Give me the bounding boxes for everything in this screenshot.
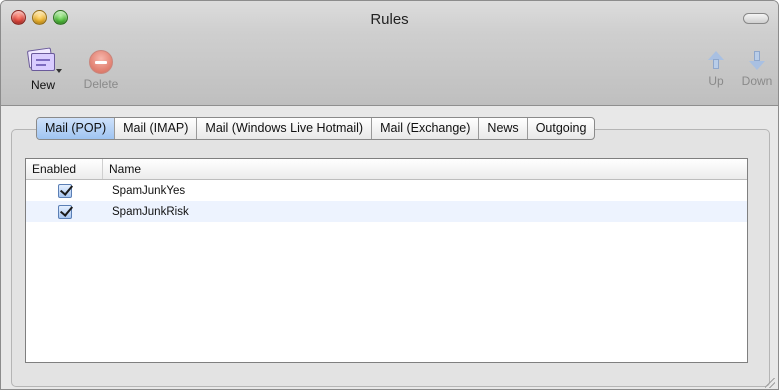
window-title: Rules [370, 11, 409, 28]
toolbar-toggle-button[interactable] [743, 13, 769, 24]
delete-label: Delete [83, 77, 119, 91]
up-button[interactable]: Up [701, 51, 731, 88]
down-button[interactable]: Down [737, 51, 777, 88]
enabled-checkbox[interactable] [57, 204, 72, 219]
title-toolbar: Rules New Delete Up Down [1, 1, 778, 106]
enabled-cell [26, 183, 103, 198]
resize-grip-icon[interactable] [765, 378, 775, 388]
enabled-cell [26, 204, 103, 219]
delete-button[interactable]: Delete [79, 47, 123, 91]
account-type-tabs: Mail (POP) Mail (IMAP) Mail (Windows Liv… [36, 117, 596, 140]
up-label: Up [708, 74, 724, 88]
tab-mail-exchange[interactable]: Mail (Exchange) [372, 118, 480, 139]
table-row[interactable]: SpamJunkRisk [26, 201, 747, 222]
column-header-enabled[interactable]: Enabled [26, 159, 103, 179]
arrow-up-icon [707, 51, 725, 71]
column-header-name[interactable]: Name [103, 159, 747, 179]
rule-name: SpamJunkYes [112, 184, 186, 197]
enabled-checkbox[interactable] [57, 183, 72, 198]
tab-outgoing[interactable]: Outgoing [528, 118, 595, 139]
new-rule-icon [26, 47, 62, 75]
arrow-down-icon [748, 51, 766, 71]
rules-window: Rules New Delete Up Down Mail (POP) Mail… [0, 0, 779, 390]
tab-mail-pop[interactable]: Mail (POP) [37, 118, 116, 139]
tab-mail-hotmail[interactable]: Mail (Windows Live Hotmail) [197, 118, 373, 139]
down-label: Down [741, 74, 773, 88]
tab-news[interactable]: News [479, 118, 528, 139]
rules-table: Enabled Name SpamJunkYes SpamJunkRisk [25, 158, 748, 363]
new-button[interactable]: New [21, 47, 65, 92]
delete-icon [89, 50, 113, 74]
content-area: Mail (POP) Mail (IMAP) Mail (Windows Liv… [1, 107, 778, 389]
table-header: Enabled Name [26, 159, 747, 180]
new-label: New [30, 78, 55, 92]
tab-mail-imap[interactable]: Mail (IMAP) [115, 118, 198, 139]
rule-name: SpamJunkRisk [112, 205, 189, 218]
table-row[interactable]: SpamJunkYes [26, 180, 747, 201]
